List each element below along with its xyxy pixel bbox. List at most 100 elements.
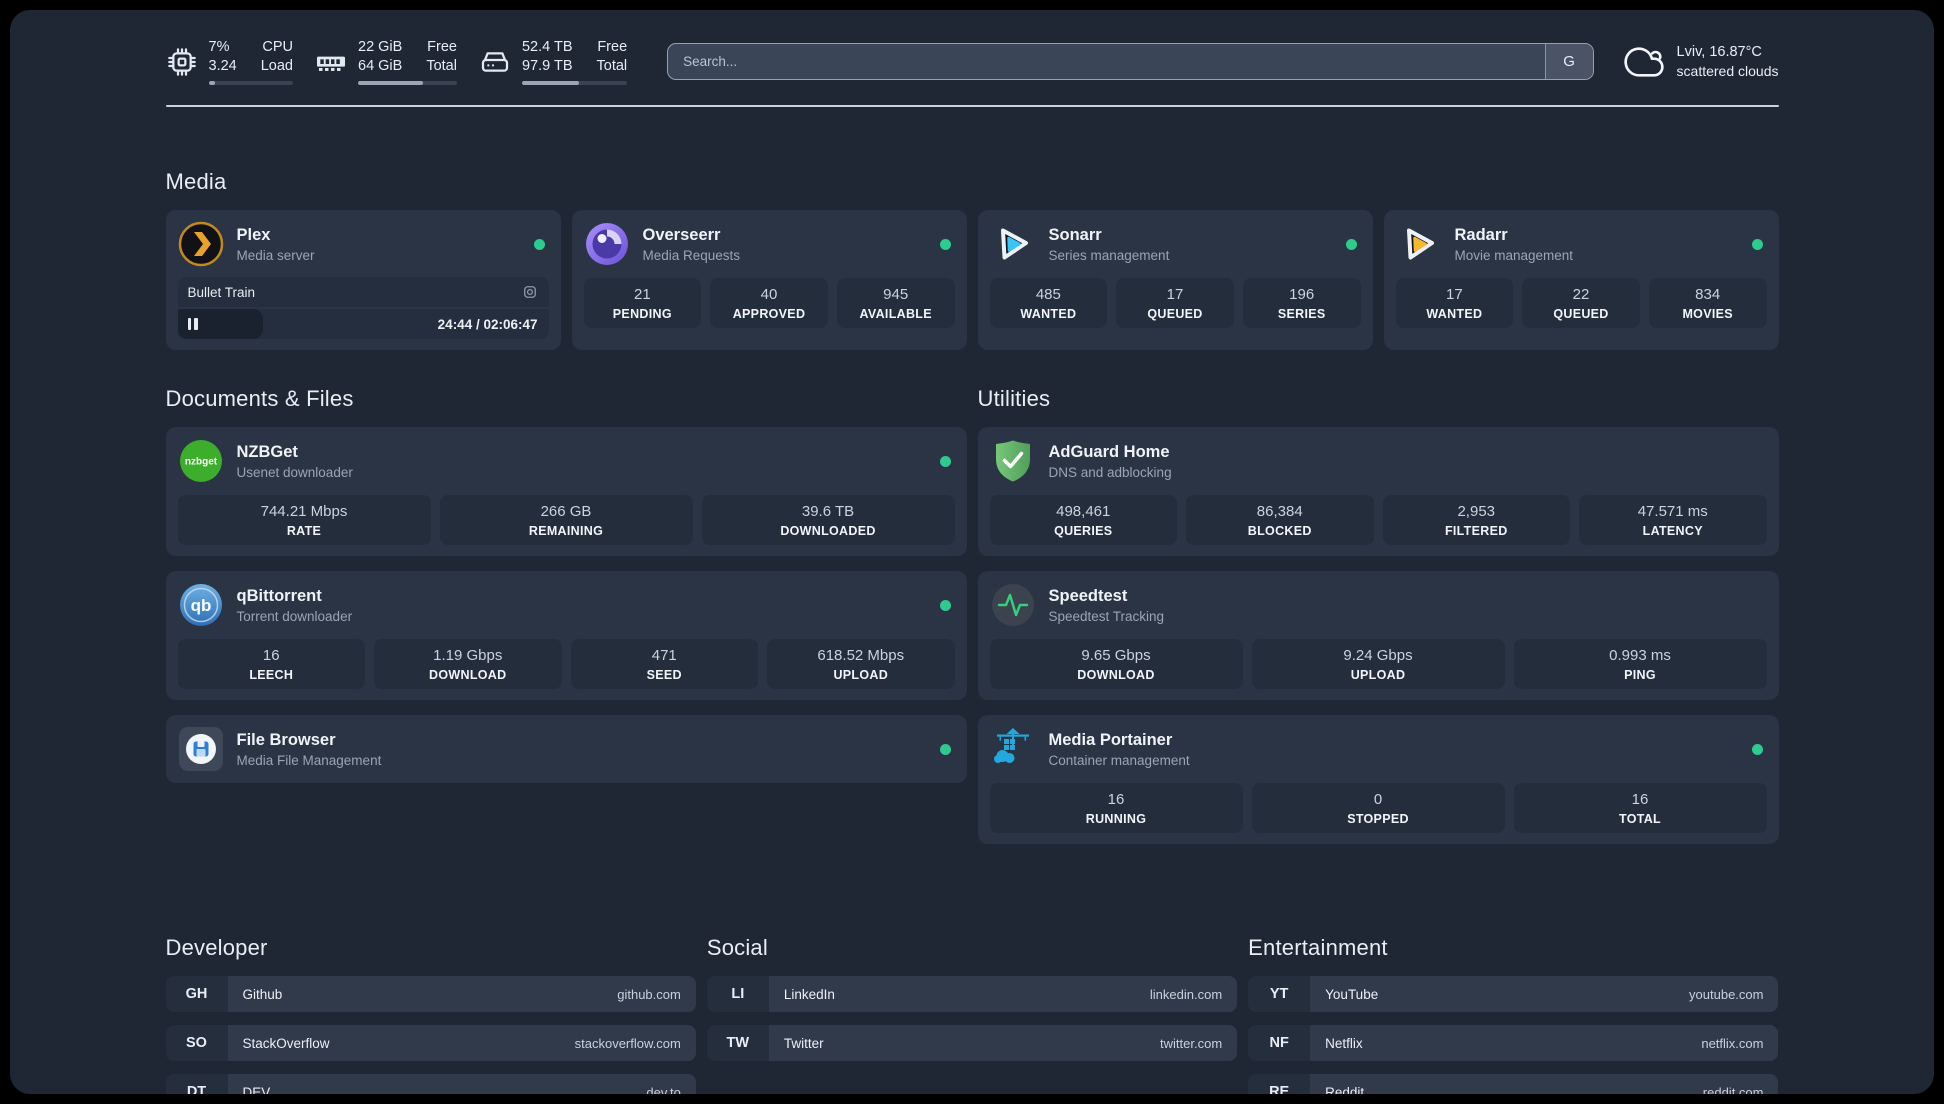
app-card-nzbget[interactable]: nzbget NZBGet Usenet downloader 744.21 M… (165, 427, 967, 557)
stat-label: WANTED (1020, 307, 1077, 322)
memory-progress-bar (358, 81, 457, 86)
bookmark-name: StackOverflow (242, 1035, 330, 1051)
storage-free-value: 52.4 TB (521, 39, 573, 55)
stat-value: 498,461 (1056, 503, 1111, 521)
app-card-filebrowser[interactable]: File Browser Media File Management (165, 715, 967, 784)
bookmark-tag: LI (706, 976, 769, 1013)
bookmark-tag: SO (165, 1025, 228, 1062)
status-online-dot (1751, 743, 1763, 755)
app-card-portainer[interactable]: Media Portainer Container management 16 … (977, 715, 1779, 845)
app-subtitle: Torrent downloader (236, 608, 353, 624)
stat-tile: 945 AVAILABLE (836, 278, 955, 329)
bookmark-twitter[interactable]: TW Twitter twitter.com (706, 1025, 1238, 1062)
stat-tile: 86,384 BLOCKED (1186, 495, 1374, 546)
app-name: Sonarr (1048, 225, 1102, 244)
storage-free-label: Free (597, 39, 628, 55)
stat-label: SERIES (1277, 307, 1326, 322)
top-bar: 7% 3.24 CPU Load 22 GiB 64 GiB Free Tota… (166, 38, 1779, 86)
bookmark-dev[interactable]: DT DEV dev.to (165, 1074, 696, 1094)
stat-value: 16 (1107, 791, 1125, 809)
stat-value: 47.571 ms (1637, 503, 1708, 521)
app-name: Radarr (1454, 225, 1508, 244)
search-bar[interactable]: G (667, 43, 1594, 81)
bookmark-stackoverflow[interactable]: SO StackOverflow stackoverflow.com (165, 1025, 696, 1062)
bookmark-youtube[interactable]: YT YouTube youtube.com (1248, 976, 1779, 1013)
playback-progress[interactable]: 24:44 / 02:06:47 (177, 309, 549, 340)
section-entertainment: Entertainment YT YouTube youtube.com NF … (1248, 935, 1779, 1094)
stat-label: AVAILABLE (859, 307, 932, 322)
overseerr-icon (584, 221, 630, 267)
svg-text:nzbget: nzbget (184, 457, 217, 468)
now-playing-row: Bullet Train (177, 277, 549, 308)
search-input[interactable] (668, 44, 1545, 80)
app-card-plex[interactable]: Plex Media server Bullet Train 24:44 / 0… (165, 210, 561, 351)
bookmark-linkedin[interactable]: LI LinkedIn linkedin.com (706, 976, 1238, 1013)
bookmark-url: stackoverflow.com (574, 1035, 681, 1051)
adguard-icon (990, 438, 1036, 484)
metric-storage: 52.4 TB 97.9 TB Free Total (479, 38, 628, 86)
stat-value: 1.19 Gbps (433, 647, 503, 665)
stat-tile: 471 SEED (570, 639, 758, 690)
app-subtitle: Usenet downloader (236, 464, 353, 480)
settings-icon[interactable] (521, 283, 539, 301)
stat-label: QUEUED (1147, 307, 1203, 322)
stat-label: RUNNING (1085, 812, 1147, 827)
app-card-qbittorrent[interactable]: qb qBittorrent Torrent downloader 16 LEE… (165, 571, 967, 701)
app-subtitle: Movie management (1454, 247, 1574, 263)
playback-progress-fill (177, 309, 263, 340)
status-online-dot (1345, 238, 1357, 250)
stat-tile: 39.6 TB DOWNLOADED (701, 495, 955, 546)
stat-value: 618.52 Mbps (817, 647, 905, 665)
status-online-dot (939, 238, 951, 250)
radarr-icon (1396, 221, 1442, 267)
stat-label: BLOCKED (1247, 524, 1312, 539)
bookmark-tag: GH (165, 976, 228, 1013)
bookmark-tag: YT (1248, 976, 1311, 1013)
stat-tile: 485 WANTED (989, 278, 1108, 329)
status-online-dot (939, 455, 951, 467)
stat-label: SEED (646, 668, 682, 683)
cpu-load-label: Load (260, 58, 293, 75)
stat-tile: 744.21 Mbps RATE (177, 495, 431, 546)
section-title-entertainment: Entertainment (1248, 935, 1388, 961)
bookmark-reddit[interactable]: RE Reddit reddit.com (1248, 1074, 1779, 1094)
cpu-load-value: 3.24 (208, 58, 237, 75)
cpu-usage-value: 7% (208, 39, 230, 55)
app-card-radarr[interactable]: Radarr Movie management 17 WANTED 22 QUE… (1383, 210, 1779, 351)
svg-text:qb: qb (190, 596, 211, 615)
stat-tile: 9.24 Gbps UPLOAD (1251, 639, 1505, 690)
stat-label: FILTERED (1444, 524, 1508, 539)
search-provider-button[interactable]: G (1544, 44, 1593, 80)
metric-cpu: 7% 3.24 CPU Load (166, 38, 293, 86)
stat-value: 266 GB (540, 503, 592, 521)
app-subtitle: Media Requests (642, 247, 741, 263)
pause-icon[interactable] (187, 318, 198, 331)
bookmark-netflix[interactable]: NF Netflix netflix.com (1248, 1025, 1779, 1062)
app-card-adguard[interactable]: AdGuard Home DNS and adblocking 498,461 … (977, 427, 1779, 557)
bookmark-url: dev.to (646, 1084, 681, 1094)
stat-value: 86,384 (1256, 503, 1303, 521)
memory-total-value: 64 GiB (358, 58, 403, 75)
stat-value: 17 (1445, 286, 1463, 304)
nzbget-icon: nzbget (178, 438, 224, 484)
app-subtitle: Media server (236, 247, 315, 263)
section-social: Social LI LinkedIn linkedin.com TW Twitt… (706, 935, 1238, 1094)
app-card-sonarr[interactable]: Sonarr Series management 485 WANTED 17 Q… (977, 210, 1373, 351)
section-title-social: Social (706, 935, 768, 961)
section-title-media: Media (165, 169, 227, 195)
disk-icon (479, 46, 511, 78)
app-card-overseerr[interactable]: Overseerr Media Requests 21 PENDING 40 A… (571, 210, 967, 351)
app-name: Media Portainer (1048, 730, 1173, 749)
stat-tile: 40 APPROVED (710, 278, 828, 329)
bookmark-github[interactable]: GH Github github.com (165, 976, 696, 1013)
cloud-icon (1623, 42, 1664, 82)
header-divider (165, 105, 1779, 108)
status-online-dot (939, 599, 951, 611)
bookmark-name: Netflix (1325, 1035, 1363, 1051)
app-card-speedtest[interactable]: Speedtest Speedtest Tracking 9.65 Gbps D… (977, 571, 1779, 701)
memory-total-label: Total (426, 58, 457, 75)
app-name: AdGuard Home (1048, 442, 1170, 461)
cpu-progress-bar (208, 81, 293, 86)
track-title: Bullet Train (187, 284, 256, 300)
app-subtitle: Speedtest Tracking (1048, 608, 1165, 624)
